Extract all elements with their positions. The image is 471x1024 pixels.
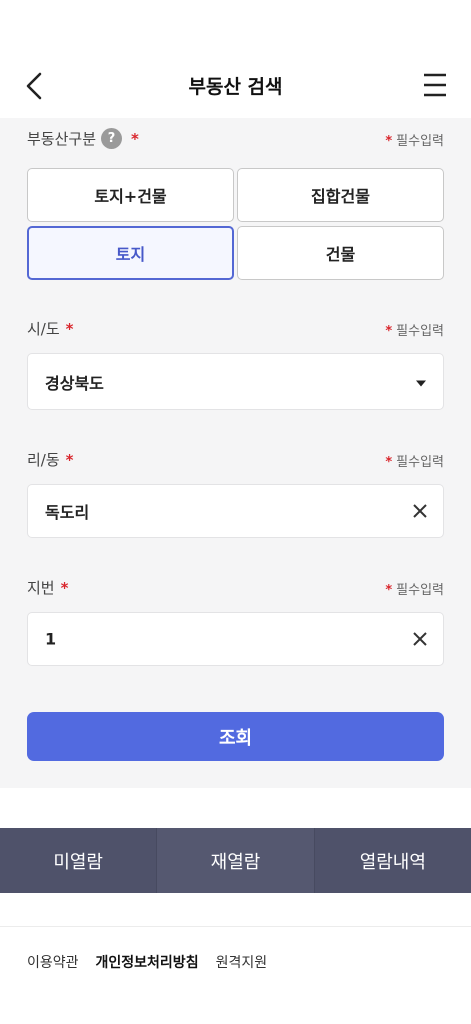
remote-support-link[interactable]: 원격지원	[216, 952, 268, 972]
app-header: 부동산 검색	[0, 58, 471, 114]
property-type-label-row: 부동산구분 ? * * 필수입력	[27, 128, 444, 152]
ridong-label: 리/동 *	[27, 449, 74, 470]
jibun-label-row: 지번 * * 필수입력	[27, 577, 444, 601]
menu-button[interactable]	[423, 72, 447, 98]
ridong-label-row: 리/동 * * 필수입력	[27, 449, 444, 473]
privacy-policy-link[interactable]: 개인정보처리방침	[96, 952, 199, 972]
question-circle-icon[interactable]: ?	[101, 128, 123, 149]
sido-select[interactable]: 경상북도	[27, 353, 444, 410]
ridong-input[interactable]: 독도리	[27, 484, 444, 538]
ridong-value: 독도리	[45, 503, 90, 522]
required-text: 필수입력	[396, 324, 444, 339]
sido-label-row: 시/도 * * 필수입력	[27, 318, 444, 342]
footer-divider	[0, 926, 471, 927]
required-text: 필수입력	[396, 455, 444, 470]
close-icon	[413, 504, 427, 518]
ridong-label-text: 리/동	[27, 451, 60, 469]
footer-links: 이용약관 개인정보처리방침 원격지원	[27, 952, 267, 972]
caret-down-icon	[416, 380, 426, 386]
jibun-value: 1	[45, 629, 57, 649]
type-option-land-building[interactable]: 토지+건물	[27, 168, 234, 222]
tab-unviewed[interactable]: 미열람	[0, 828, 156, 893]
terms-link[interactable]: 이용약관	[27, 952, 79, 972]
required-note: * 필수입력	[385, 130, 444, 149]
required-star: *	[131, 129, 139, 148]
required-note: * 필수입력	[385, 320, 444, 339]
required-text: 필수입력	[396, 134, 444, 149]
tab-view-history[interactable]: 열람내역	[315, 828, 471, 893]
ridong-clear-button[interactable]	[410, 501, 430, 521]
required-star: *	[385, 455, 393, 470]
search-form: 부동산구분 ? * * 필수입력 토지+건물 집합건물 토지 건물 시/도 * *…	[0, 118, 471, 788]
close-icon	[413, 632, 427, 646]
page-title: 부동산 검색	[188, 76, 283, 98]
type-option-building[interactable]: 건물	[237, 226, 444, 280]
required-star: *	[385, 583, 393, 598]
required-star: *	[65, 319, 74, 338]
property-type-label-text: 부동산구분	[27, 130, 97, 148]
required-star: *	[60, 578, 69, 597]
sido-value: 경상북도	[45, 373, 104, 393]
jibun-label-text: 지번	[27, 579, 55, 597]
required-star: *	[385, 324, 393, 339]
property-type-label: 부동산구분 ? *	[27, 128, 139, 149]
required-star: *	[385, 134, 393, 149]
required-text: 필수입력	[396, 583, 444, 598]
sido-label: 시/도 *	[27, 318, 74, 339]
jibun-label: 지번 *	[27, 577, 68, 598]
tab-reviewed[interactable]: 재열람	[156, 828, 315, 893]
jibun-clear-button[interactable]	[410, 629, 430, 649]
type-option-collective-building[interactable]: 집합건물	[237, 168, 444, 222]
required-note: * 필수입력	[385, 451, 444, 470]
required-note: * 필수입력	[385, 579, 444, 598]
required-star: *	[65, 450, 74, 469]
jibun-input[interactable]: 1	[27, 612, 444, 666]
search-submit-button[interactable]: 조회	[27, 712, 444, 761]
bottom-tab-bar: 미열람 재열람 열람내역	[0, 828, 471, 893]
sido-label-text: 시/도	[27, 320, 60, 338]
type-option-land[interactable]: 토지	[27, 226, 234, 280]
hamburger-menu-icon	[424, 73, 446, 97]
